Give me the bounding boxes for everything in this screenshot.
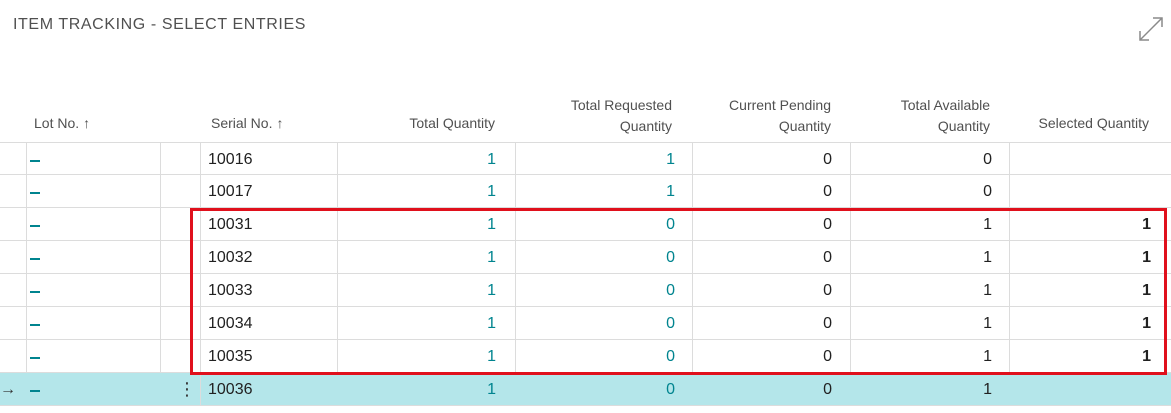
lot-no-cell[interactable] [30,192,40,194]
serial-no-label: Serial No. [211,115,273,131]
total-quantity-label: Total Quantity [409,115,495,131]
table-row[interactable]: 10035 1 0 0 1 1 [0,340,1171,373]
total-available-cell: 0 [983,183,992,200]
total-requested-cell[interactable]: 1 [515,175,683,208]
current-pending-cell: 0 [823,348,832,365]
table-row-current[interactable]: → ⋮ 10036 1 0 0 1 [0,373,1171,406]
lot-no-cell[interactable] [30,160,40,162]
current-pending-cell: 0 [823,249,832,266]
total-available-cell: 0 [983,151,992,168]
serial-no-cell[interactable]: 10017 [200,175,261,208]
total-quantity-cell[interactable]: 1 [337,175,504,208]
lot-no-label: Lot No. [34,115,80,131]
current-pending-cell: 0 [823,381,832,398]
current-pending-label-line2: Quantity [778,118,831,134]
total-quantity-cell[interactable]: 1 [337,307,504,340]
table-row[interactable]: 10033 1 0 0 1 1 [0,274,1171,307]
current-pending-cell: 0 [823,282,832,299]
total-requested-cell[interactable]: 0 [515,307,683,340]
serial-no-cell[interactable]: 10036 [200,373,261,406]
lot-no-cell[interactable] [30,390,40,392]
table-row[interactable]: 10031 1 0 0 1 1 [0,208,1171,241]
column-header-serial-no[interactable]: Serial No. ↑ [211,113,283,134]
column-header-lot-no[interactable]: Lot No. ↑ [34,113,90,134]
total-available-cell: 1 [983,315,992,332]
selected-quantity-cell[interactable]: 1 [1009,340,1159,373]
lot-no-cell[interactable] [30,357,40,359]
table-row[interactable]: 10034 1 0 0 1 1 [0,307,1171,340]
lot-no-cell[interactable] [30,258,40,260]
row-menu-icon[interactable]: ⋮ [178,373,196,406]
total-quantity-cell[interactable]: 1 [337,274,504,307]
current-row-arrow-icon: → [0,381,16,398]
lot-no-cell[interactable] [30,324,40,326]
total-available-cell: 1 [983,348,992,365]
total-requested-cell[interactable]: 0 [515,373,683,406]
total-requested-cell[interactable]: 0 [515,241,683,274]
selected-quantity-label: Selected Quantity [1038,115,1149,131]
total-requested-label-line2: Quantity [619,118,672,134]
selected-quantity-cell[interactable]: 1 [1009,241,1159,274]
total-requested-label-line1: Total Requested [570,97,672,113]
serial-no-cell[interactable]: 10031 [200,208,261,241]
total-available-label-line2: Quantity [937,118,990,134]
total-available-cell: 1 [983,249,992,266]
serial-no-cell[interactable]: 10034 [200,307,261,340]
current-pending-cell: 0 [823,183,832,200]
selected-quantity-cell[interactable]: 1 [1009,208,1159,241]
total-quantity-cell[interactable]: 1 [337,340,504,373]
total-requested-cell[interactable]: 0 [515,274,683,307]
selected-quantity-cell[interactable] [1009,143,1159,176]
sort-ascending-icon: ↑ [276,115,284,131]
column-header-total-quantity[interactable]: Total Quantity [340,113,495,134]
current-pending-cell: 0 [823,216,832,233]
total-available-cell: 1 [983,282,992,299]
selected-quantity-cell[interactable]: 1 [1009,274,1159,307]
lot-no-cell[interactable] [30,291,40,293]
total-available-cell: 1 [983,216,992,233]
column-header-selected-quantity[interactable]: Selected Quantity [1010,113,1149,134]
serial-no-cell[interactable]: 10016 [200,143,261,176]
current-pending-cell: 0 [823,151,832,168]
sort-ascending-icon: ↑ [83,115,91,131]
selected-quantity-cell[interactable] [1009,373,1159,406]
lot-no-cell[interactable] [30,225,40,227]
selected-quantity-cell[interactable] [1009,175,1159,208]
total-available-cell: 1 [983,381,992,398]
column-header-current-pending-quantity[interactable]: Current Pending Quantity [690,95,831,137]
table-row[interactable]: 10032 1 0 0 1 1 [0,241,1171,274]
selected-quantity-cell[interactable]: 1 [1009,307,1159,340]
table-row[interactable]: 10016 1 1 0 0 [0,142,1171,176]
column-header-total-requested-quantity[interactable]: Total Requested Quantity [520,95,672,137]
current-pending-label-line1: Current Pending [729,97,831,113]
total-requested-cell[interactable]: 0 [515,340,683,373]
current-pending-cell: 0 [823,315,832,332]
total-requested-cell[interactable]: 1 [515,143,683,176]
total-quantity-cell[interactable]: 1 [337,143,504,176]
table-row[interactable]: 10017 1 1 0 0 [0,175,1171,208]
total-quantity-cell[interactable]: 1 [337,373,504,406]
total-requested-cell[interactable]: 0 [515,208,683,241]
total-quantity-cell[interactable]: 1 [337,208,504,241]
page-title: ITEM TRACKING - SELECT ENTRIES [13,16,307,33]
total-available-label-line1: Total Available [900,97,990,113]
total-quantity-cell[interactable]: 1 [337,241,504,274]
serial-no-cell[interactable]: 10035 [200,340,261,373]
column-header-total-available-quantity[interactable]: Total Available Quantity [850,95,990,137]
expand-icon[interactable] [1136,14,1166,44]
serial-no-cell[interactable]: 10033 [200,274,261,307]
serial-no-cell[interactable]: 10032 [200,241,261,274]
